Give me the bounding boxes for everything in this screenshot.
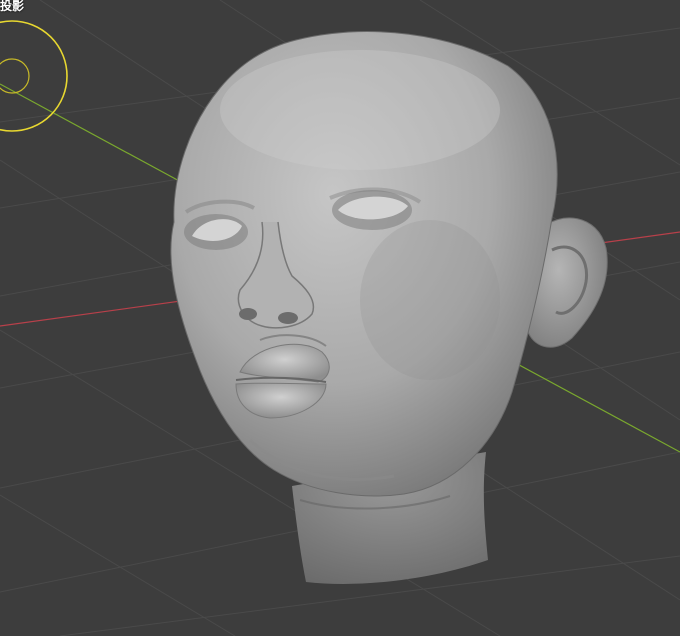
left-eye	[184, 214, 248, 250]
viewport-canvas[interactable]	[0, 0, 680, 636]
3d-viewport[interactable]: 投影	[0, 0, 680, 636]
right-eye	[332, 190, 412, 230]
viewport-projection-label: 投影	[0, 0, 25, 13]
sculpted-head-mesh[interactable]	[170, 31, 608, 584]
